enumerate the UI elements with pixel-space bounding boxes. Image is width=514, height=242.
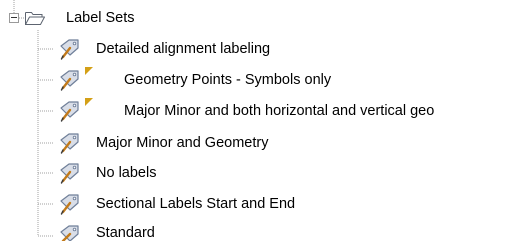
folder-open-icon [25,12,45,25]
label-set-icon [60,101,79,122]
label-set-icon [60,225,79,241]
tree-item[interactable]: Detailed alignment labeling [96,34,270,64]
tree-item[interactable]: Geometry Points - Symbols only [124,65,331,95]
tree-item-label: Sectional Labels Start and End [96,196,296,212]
tree-item-label: Standard [96,225,155,241]
tree-item[interactable]: Sectional Labels Start and End [96,189,295,219]
tree-item-label: No labels [96,165,157,181]
tree-node-label-sets[interactable]: Label Sets [66,3,135,33]
tree-node-label: Label Sets [66,10,135,26]
tree-item[interactable]: No labels [96,158,156,188]
tree-item-label: Major Minor and both horizontal and vert… [124,103,435,119]
label-set-icon [60,39,79,60]
tree-item[interactable]: Major Minor and Geometry [96,128,268,158]
modified-marker-icon [85,67,93,75]
label-set-icon [60,194,79,215]
label-set-icon [60,133,79,154]
tree-item-label: Geometry Points - Symbols only [124,72,332,88]
tree-item[interactable]: Standard [96,220,155,241]
label-sets-tree: Label Sets Detailed alignment labeling G… [0,0,514,241]
modified-marker-icon [85,98,93,106]
label-set-icon [60,70,79,91]
tree-item[interactable]: Major Minor and both horizontal and vert… [124,96,434,126]
collapse-toggle-button[interactable] [9,13,19,23]
tree-item-label: Detailed alignment labeling [96,41,271,57]
label-set-icon [60,163,79,184]
tree-item-label: Major Minor and Geometry [96,135,269,151]
